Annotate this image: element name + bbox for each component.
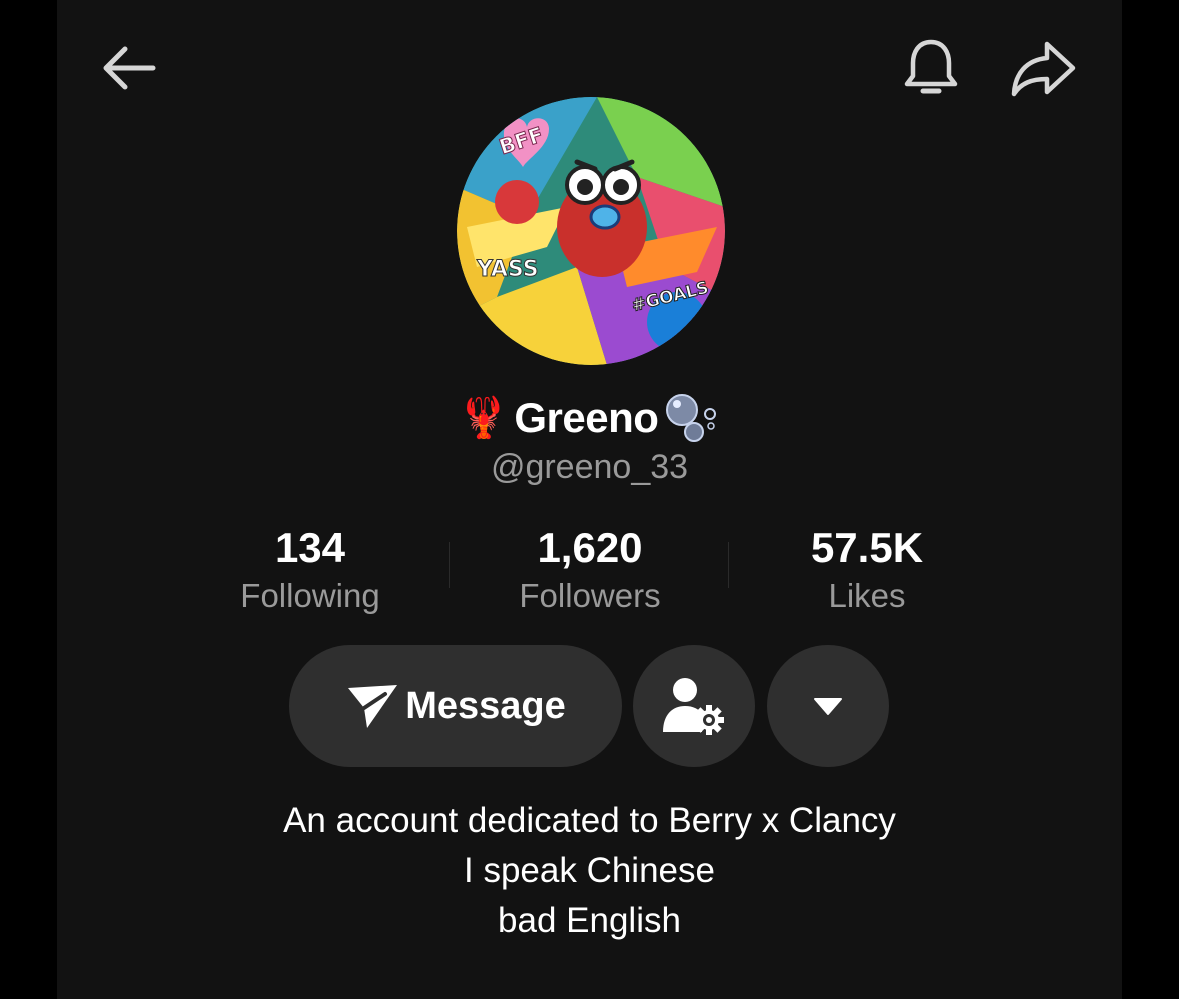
notification-bell-button[interactable] (897, 34, 965, 102)
profile-screen: BFF YASS #GOALS 🦞 Greeno @greeno_33 134 … (57, 0, 1122, 999)
share-arrow-icon (1011, 41, 1076, 97)
followers-label: Followers (519, 577, 661, 614)
profile-name-row: 🦞 Greeno (57, 388, 1122, 448)
lobster-emoji: 🦞 (458, 396, 509, 440)
message-button[interactable]: Message (289, 645, 622, 767)
following-count: 134 (274, 524, 346, 571)
send-plane-icon (348, 685, 398, 728)
back-button[interactable] (97, 36, 161, 100)
stat-following[interactable]: 134 Following (180, 520, 440, 616)
stat-followers[interactable]: 1,620 Followers (460, 520, 720, 616)
profile-stats: 134 Following 1,620 Followers 57.5K Like… (57, 520, 1122, 620)
followers-count: 1,620 (537, 524, 643, 571)
profile-handle: @greeno_33 (490, 448, 689, 486)
bio-line: I speak Chinese (464, 851, 715, 890)
bio-line: An account dedicated to Berry x Clancy (283, 801, 896, 840)
likes-label: Likes (828, 577, 906, 614)
arrow-left-icon (103, 46, 156, 90)
share-button[interactable] (1007, 34, 1079, 102)
user-gear-icon (663, 678, 724, 735)
profile-actions: Message (57, 645, 1122, 767)
stat-divider (449, 542, 450, 588)
stat-likes[interactable]: 57.5K Likes (737, 520, 997, 616)
bio-line: bad English (498, 901, 681, 940)
following-label: Following (240, 577, 380, 614)
more-options-button[interactable] (767, 645, 889, 767)
friend-settings-button[interactable] (633, 645, 755, 767)
profile-avatar[interactable]: BFF YASS #GOALS (457, 97, 725, 365)
likes-count: 57.5K (810, 524, 924, 571)
bubbles-icon (666, 394, 717, 442)
sticker-yass: YASS (477, 257, 540, 283)
profile-bio: An account dedicated to Berry x Clancy I… (57, 796, 1122, 946)
caret-down-icon (814, 698, 842, 715)
bell-icon (904, 39, 958, 94)
display-name: Greeno (514, 394, 659, 441)
message-button-label: Message (405, 684, 566, 727)
stat-divider (728, 542, 729, 588)
